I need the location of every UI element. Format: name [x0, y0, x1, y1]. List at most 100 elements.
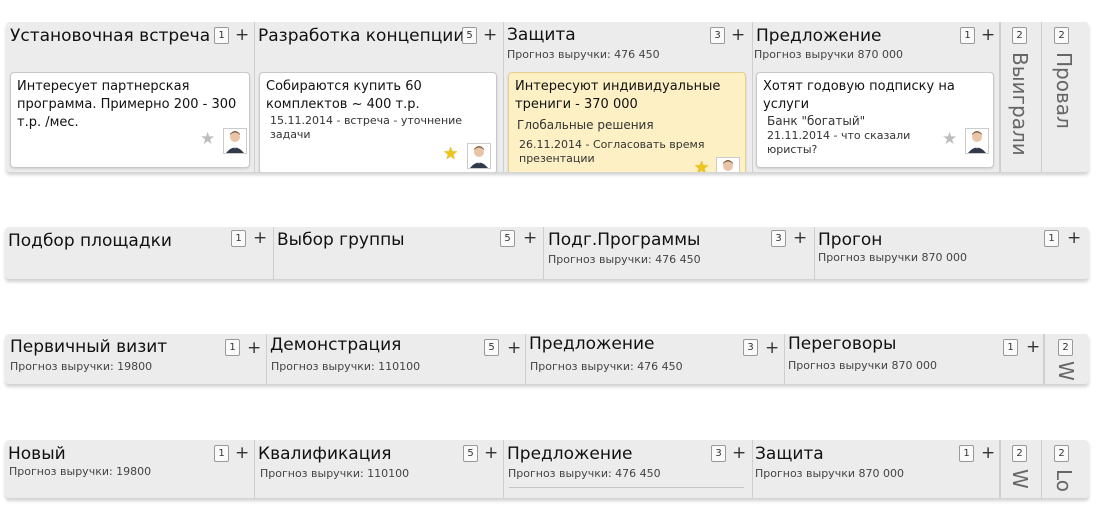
won-column[interactable]: 2 W	[1044, 334, 1089, 384]
revenue-forecast: Прогноз выручки 870 000	[788, 359, 937, 372]
add-deal-button[interactable]: +	[732, 445, 746, 462]
stage-title: Предложение	[507, 444, 633, 464]
add-deal-button[interactable]: +	[731, 27, 745, 44]
stage-column: Подбор площадки 1 +	[5, 227, 274, 279]
stage-column: Новый Прогноз выручки: 19800 1 +	[5, 440, 255, 498]
revenue-forecast: Прогноз выручки: 110100	[271, 360, 421, 373]
add-deal-button[interactable]: +	[253, 230, 267, 247]
stage-title: Предложение	[756, 26, 882, 46]
stage-column: Защита Прогноз выручки 870 000 1 +	[753, 440, 1000, 498]
add-deal-button[interactable]: +	[1067, 230, 1081, 247]
stage-column: Переговоры Прогноз выручки 870 000 1 +	[785, 334, 1044, 384]
deal-description: Интересуют индивидуальные трениги - 370 …	[515, 79, 721, 112]
stage-column: Защита Прогноз выручки: 476 450 3 + Инте…	[504, 22, 753, 172]
revenue-forecast: Прогноз выручки: 476 450	[507, 48, 660, 61]
pipeline-board-1: Установочная встреча 1 + Интересует парт…	[6, 22, 1089, 172]
won-title: Выиграли	[1008, 52, 1032, 156]
stage-count-badge: 3	[710, 27, 725, 44]
add-deal-button[interactable]: +	[483, 27, 497, 44]
stage-count-badge: 5	[463, 445, 478, 462]
stage-title: Подг.Программы	[548, 230, 701, 250]
add-deal-button[interactable]: +	[765, 340, 779, 357]
add-deal-button[interactable]: +	[523, 230, 537, 247]
revenue-forecast: Прогноз выручки: 476 450	[508, 467, 661, 480]
revenue-forecast: Прогноз выручки: 110100	[260, 467, 410, 480]
stage-column: Разработка концепции 5 + Собираются купи…	[255, 22, 504, 172]
revenue-forecast: Прогноз выручки: 19800	[9, 465, 152, 478]
pipeline-board-3: Первичный визит Прогноз выручки: 19800 1…	[5, 334, 1089, 384]
won-column[interactable]: 2 Выиграли	[1000, 22, 1041, 172]
stage-count-badge: 5	[484, 339, 499, 356]
stage-column: Первичный визит Прогноз выручки: 19800 1…	[5, 334, 267, 384]
won-title: W	[1054, 361, 1078, 381]
deal-card[interactable]: Интересует партнерская программа. Пример…	[10, 72, 250, 168]
won-title: W	[1008, 469, 1032, 489]
add-deal-button[interactable]: +	[247, 340, 261, 357]
add-deal-button[interactable]: +	[981, 445, 995, 462]
won-column[interactable]: 2 W	[1000, 440, 1041, 498]
add-deal-button[interactable]: +	[981, 27, 995, 44]
revenue-forecast: Прогноз выручки 870 000	[754, 48, 903, 61]
lost-column[interactable]: 2 Провал	[1041, 22, 1089, 172]
stage-count-badge: 1	[225, 339, 240, 356]
revenue-forecast: Прогноз выручки 870 000	[818, 251, 967, 264]
pipeline-board-4: Новый Прогноз выручки: 19800 1 + Квалифи…	[5, 440, 1089, 498]
revenue-forecast: Прогноз выручки 870 000	[755, 467, 904, 480]
star-icon[interactable]: ★	[942, 131, 957, 148]
stage-count-badge: 1	[959, 445, 974, 462]
stage-title: Выбор группы	[277, 230, 405, 250]
add-deal-button[interactable]: +	[507, 340, 521, 357]
add-deal-button[interactable]: +	[484, 445, 498, 462]
add-deal-button[interactable]: +	[235, 445, 249, 462]
stage-column: Прогон Прогноз выручки 870 000 1 +	[815, 227, 1089, 279]
stage-count-badge: 1	[1003, 339, 1018, 356]
next-task: 21.11.2014 - что сказали юристы?	[767, 129, 911, 156]
won-count-badge: 2	[1012, 27, 1027, 44]
stage-count-badge: 5	[500, 230, 515, 247]
stage-count-badge: 1	[960, 27, 975, 44]
add-deal-button[interactable]: +	[235, 27, 249, 44]
stage-count-badge: 3	[771, 230, 786, 247]
user-avatar-icon	[965, 128, 989, 154]
stage-column: Предложение Прогноз выручки 870 000 1 + …	[753, 22, 1000, 172]
pipeline-board-2: Подбор площадки 1 + Выбор группы 5 + Под…	[5, 227, 1089, 279]
add-deal-button[interactable]: +	[793, 230, 807, 247]
next-task: 15.11.2014 - встреча - уточнение задачи	[270, 114, 463, 141]
stage-title: Подбор площадки	[8, 231, 172, 251]
stage-count-badge: 1	[1044, 230, 1059, 247]
star-icon[interactable]: ★	[694, 160, 709, 173]
stage-count-badge: 3	[743, 339, 758, 356]
company-name: Глобальные решения	[517, 118, 654, 132]
lost-title: Lo	[1052, 469, 1076, 493]
stage-count-badge: 5	[462, 27, 477, 44]
stage-count-badge: 1	[231, 230, 246, 247]
stage-column: Предложение Прогноз выручки: 476 450 3 +	[504, 440, 753, 498]
stage-title: Защита	[507, 25, 576, 45]
revenue-forecast: Прогноз выручки: 19800	[10, 360, 153, 373]
deal-card[interactable]: Собираются купить 60 комплектов ~ 400 т.…	[259, 72, 497, 172]
stage-column: Демонстрация Прогноз выручки: 110100 5 +	[267, 334, 526, 384]
stage-column: Предложение Прогноз выручки: 476 450 3 +	[526, 334, 785, 384]
stage-title: Прогон	[818, 230, 883, 250]
revenue-forecast: Прогноз выручки: 476 450	[530, 360, 683, 373]
deal-card[interactable]: Хотят годовую подписку на услуги Банк "б…	[756, 72, 994, 168]
stage-count-badge: 1	[214, 27, 229, 44]
add-deal-button[interactable]: +	[1026, 339, 1040, 356]
user-avatar-icon	[223, 128, 247, 154]
lost-count-badge: 2	[1054, 27, 1069, 44]
stage-title: Установочная встреча	[10, 26, 211, 46]
card-list-divider	[509, 487, 744, 488]
stage-title: Разработка концепции	[258, 26, 465, 46]
stage-count-badge: 1	[214, 445, 229, 462]
lost-count-badge: 2	[1054, 445, 1069, 462]
won-count-badge: 2	[1058, 339, 1073, 356]
stage-count-badge: 3	[711, 445, 726, 462]
deal-card-highlighted[interactable]: Интересуют индивидуальные трениги - 370 …	[508, 72, 746, 172]
stage-title: Демонстрация	[270, 335, 402, 355]
stage-column: Квалификация Прогноз выручки: 110100 5 +	[255, 440, 504, 498]
star-icon[interactable]: ★	[443, 146, 458, 163]
stage-title: Защита	[755, 444, 824, 464]
star-icon[interactable]: ★	[200, 131, 215, 148]
lost-column[interactable]: 2 Lo	[1041, 440, 1089, 498]
won-count-badge: 2	[1012, 445, 1027, 462]
